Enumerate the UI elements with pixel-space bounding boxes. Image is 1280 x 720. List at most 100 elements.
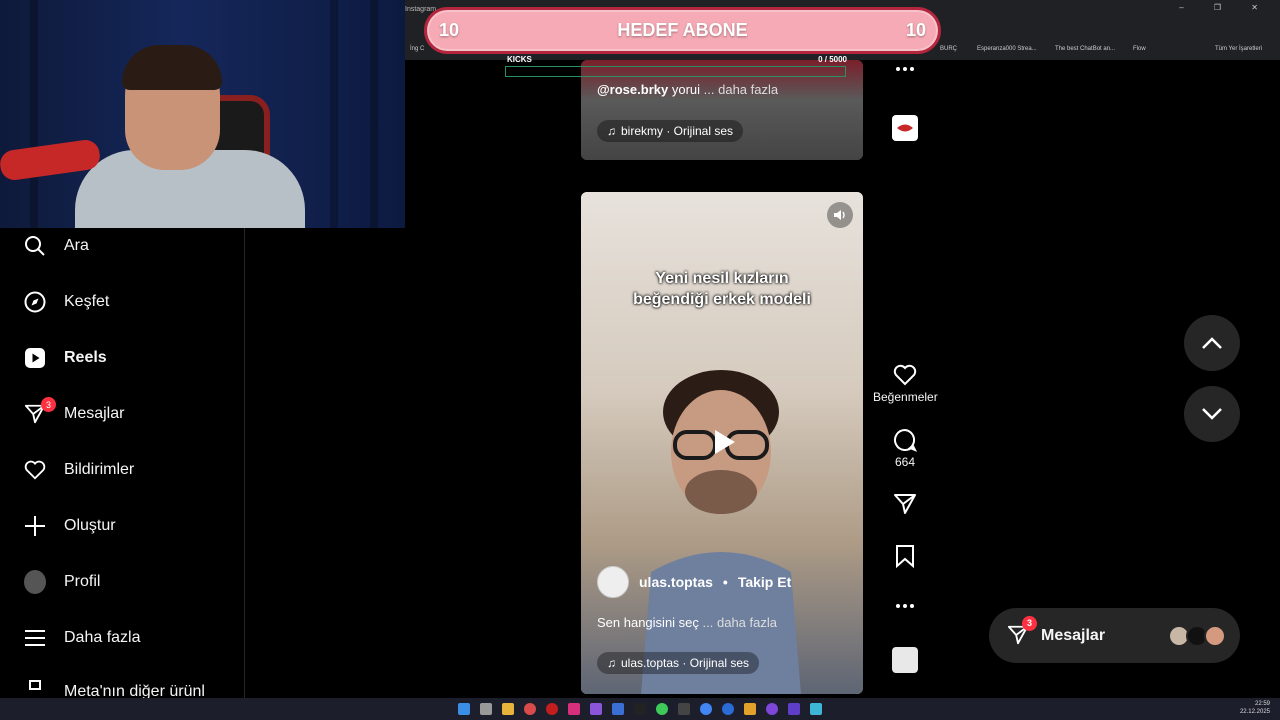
- messages-dock[interactable]: 3 Mesajlar: [989, 608, 1240, 663]
- sidebar-item-messages[interactable]: 3 Mesajlar: [24, 397, 125, 429]
- chevron-down-icon: [1202, 408, 1222, 420]
- more-options-icon[interactable]: [873, 66, 937, 72]
- bookmark-item[interactable]: Tüm Yer İşaretleri: [1215, 46, 1262, 52]
- audio-thumbnail[interactable]: [873, 115, 937, 141]
- audio-pill[interactable]: ♫ ulas.toptas · Orijinal ses: [597, 652, 760, 674]
- clock-time: 22:59: [1254, 701, 1270, 707]
- audio-pill[interactable]: ♫ birekmy · Orijinal ses: [597, 120, 744, 142]
- sidebar-item-explore[interactable]: Keşfet: [24, 287, 109, 317]
- caption-line: beğendiği erkek modeli: [633, 291, 811, 308]
- music-icon: ♫: [607, 656, 616, 670]
- app-icon[interactable]: [766, 703, 778, 715]
- caption-line: Yeni nesil kızların: [655, 270, 789, 287]
- bookmark-icon: [896, 545, 914, 568]
- sidebar-item-create[interactable]: Oluştur: [24, 511, 116, 541]
- goal-title: HEDEF ABONE: [617, 20, 748, 40]
- sidebar-item-label: Ara: [64, 237, 89, 254]
- chrome-icon[interactable]: [700, 703, 712, 715]
- app-icon[interactable]: [612, 703, 624, 715]
- sidebar-item-label: Bildirimler: [64, 461, 135, 478]
- sidebar-item-reels[interactable]: Reels: [24, 343, 107, 373]
- sidebar-item-notifications[interactable]: Bildirimler: [24, 455, 134, 485]
- like-button[interactable]: Beğenmeler: [873, 364, 938, 404]
- send-icon: [894, 494, 916, 514]
- subscriber-goal-bar: 10 HEDEF ABONE 10: [424, 7, 941, 54]
- app-icon[interactable]: [788, 703, 800, 715]
- chevron-up-icon: [1202, 337, 1222, 349]
- save-button[interactable]: [873, 544, 937, 568]
- streamer-hair: [122, 45, 222, 90]
- comment-username[interactable]: @rose.brky: [597, 82, 668, 97]
- avatar[interactable]: [597, 566, 629, 598]
- instagram-icon[interactable]: [568, 703, 580, 715]
- comment-button[interactable]: 664: [873, 428, 937, 469]
- sidebar-item-label: Mesajlar: [64, 405, 125, 422]
- sidebar-item-label: Profil: [64, 573, 101, 590]
- previous-reel-button[interactable]: [1184, 315, 1240, 371]
- discord-icon[interactable]: [590, 703, 602, 715]
- app-icon[interactable]: [656, 703, 668, 715]
- follow-button[interactable]: Takip Et: [738, 574, 791, 590]
- video-caption: Yeni nesil kızların beğendiği erkek mode…: [581, 268, 863, 310]
- menu-icon: [24, 627, 46, 649]
- tiktok-icon[interactable]: [634, 703, 646, 715]
- taskbar: [0, 698, 1280, 720]
- app-icon[interactable]: [678, 703, 690, 715]
- sidebar-item-more[interactable]: Daha fazla: [24, 623, 141, 653]
- messages-dock-label: Mesajlar: [1041, 626, 1106, 644]
- bookmark-item[interactable]: Flow: [1133, 46, 1146, 52]
- play-icon[interactable]: [708, 427, 738, 457]
- messenger-icon: 3: [24, 397, 56, 425]
- window-controls[interactable]: – ❐ ✕: [1179, 3, 1272, 12]
- audio-label: ulas.toptas · Orijinal ses: [621, 656, 750, 670]
- app-icon[interactable]: [744, 703, 756, 715]
- notepad-icon[interactable]: [810, 703, 822, 715]
- edge-icon[interactable]: [722, 703, 734, 715]
- description-text: Sen hangisini seç: [597, 615, 699, 630]
- comment-text: yorui: [671, 82, 701, 97]
- volume-icon[interactable]: [827, 202, 853, 228]
- plus-icon: [24, 515, 46, 537]
- goal-current: 10: [439, 20, 460, 40]
- reel-card[interactable]: Yeni nesil kızların beğendiği erkek mode…: [581, 192, 863, 694]
- sidebar-item-label: Keşfet: [64, 293, 110, 310]
- more-options-icon[interactable]: [873, 603, 937, 609]
- kicks-label: KICKS: [507, 55, 532, 64]
- next-reel-button[interactable]: [1184, 386, 1240, 442]
- like-label: Beğenmeler: [873, 390, 938, 404]
- author-username[interactable]: ulas.toptas: [639, 574, 713, 590]
- taskview-icon[interactable]: [480, 703, 492, 715]
- sidebar-item-meta[interactable]: Meta'nın diğer ürünl: [24, 679, 205, 698]
- start-icon[interactable]: [458, 703, 470, 715]
- more-link[interactable]: ... daha fazla: [703, 615, 777, 630]
- more-link[interactable]: ... daha fazla: [704, 82, 778, 97]
- notification-badge: 3: [41, 397, 56, 412]
- audio-label: birekmy · Orijinal ses: [621, 124, 734, 138]
- share-button[interactable]: [873, 492, 937, 516]
- system-clock[interactable]: 22:59 22.12.2025: [1240, 700, 1270, 716]
- bookmark-item[interactable]: BURÇ: [940, 46, 957, 52]
- app-icon[interactable]: [524, 703, 536, 715]
- sidebar-item-label: Reels: [64, 349, 107, 366]
- compass-icon: [24, 291, 46, 313]
- bookmark-item[interactable]: İng C: [410, 46, 424, 52]
- lips-icon: [897, 124, 913, 132]
- meta-icon: [24, 679, 46, 698]
- clock-date: 22.12.2025: [1239, 709, 1270, 715]
- sidebar-nav: Ara Keşfet Reels 3 Mesajlar Bildirimler …: [0, 228, 245, 698]
- bookmark-item[interactable]: The best ChatBot an...: [1055, 46, 1115, 52]
- kicks-progress-track: [505, 66, 846, 77]
- reel-comment: @rose.brky yorui ... daha fazla: [597, 82, 778, 97]
- kicks-progress: 0 / 5000: [818, 55, 847, 64]
- dot-separator: •: [722, 574, 728, 590]
- opera-icon[interactable]: [546, 703, 558, 715]
- sidebar-item-search[interactable]: Ara: [24, 231, 89, 261]
- heart-icon: [24, 459, 46, 481]
- audio-thumbnail[interactable]: [873, 647, 937, 673]
- sidebar-item-profile[interactable]: Profil: [24, 567, 100, 597]
- folder-icon[interactable]: [502, 703, 514, 715]
- bookmark-item[interactable]: Esperanza000 Strea...: [977, 46, 1037, 52]
- reel-author: ulas.toptas • Takip Et: [597, 566, 791, 598]
- sidebar-item-label: Daha fazla: [64, 629, 141, 646]
- comment-count: 664: [894, 455, 916, 469]
